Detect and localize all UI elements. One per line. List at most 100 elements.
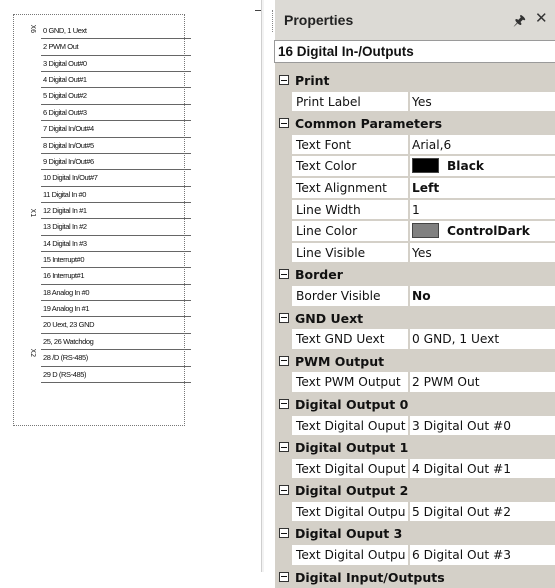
terminal-row: 14 Digital In #3 (41, 236, 191, 253)
property-value[interactable]: 0 GND, 1 Uext (410, 329, 555, 350)
property-value-text: Black (447, 159, 485, 174)
category-label: Digital Ouput 3 (295, 526, 403, 542)
property-name[interactable]: Line Color (292, 221, 409, 242)
property-value[interactable]: 5 Digital Out #2 (410, 501, 555, 523)
property-row[interactable]: Line Width 1 (275, 199, 555, 222)
category-row[interactable]: Print (275, 70, 555, 92)
category-row[interactable]: PWM Output (275, 350, 555, 373)
property-value[interactable]: 2 PWM Out (410, 372, 555, 393)
property-value[interactable]: Yes (410, 242, 555, 264)
property-value[interactable]: Black (410, 156, 555, 177)
terminal-row: 18 Analog In #0 (41, 285, 191, 302)
category-label: Digital Output 2 (295, 483, 409, 499)
terminal-row: 6 Digital Out#3 (41, 105, 191, 122)
collapse-icon[interactable] (279, 485, 289, 496)
property-row[interactable]: Text Digital Outpu 5 Digital Out #2 (275, 501, 555, 524)
panel-title: Properties (284, 12, 354, 28)
property-row[interactable]: Text Digital Outpu 6 Digital Out #3 (275, 545, 555, 567)
category-label: PWM Output (295, 353, 385, 369)
terminal-row: 19 Analog In #1 (41, 301, 191, 318)
property-value[interactable]: 6 Digital Out #3 (410, 545, 555, 566)
property-name[interactable]: Text PWM Output (292, 372, 409, 393)
property-name[interactable]: Line Width (292, 199, 409, 221)
object-selector-value: 16 Digital In-/Outputs (278, 44, 414, 59)
collapse-icon[interactable] (279, 312, 289, 323)
property-row[interactable]: Print Label Yes (275, 91, 555, 114)
collapse-icon[interactable] (279, 75, 289, 85)
terminal-label-strip[interactable]: X6 X1 X2 0 GND, 1 Uext 2 PWM Out 3 Digital… (13, 14, 191, 426)
property-name[interactable]: Text Digital Ouput (292, 415, 409, 437)
category-row[interactable]: Digital Output 1 (275, 437, 555, 459)
category-label: Print (295, 73, 330, 88)
terminal-row: 11 Digital In #0 (41, 187, 191, 203)
splitter[interactable] (261, 0, 264, 572)
panel-titlebar[interactable]: Properties 🖈 ✕ (275, 0, 555, 40)
collapse-icon[interactable] (279, 118, 289, 129)
pin-icon[interactable]: 🖈 (513, 10, 526, 34)
category-row[interactable]: Digital Input/Outputs (275, 566, 555, 588)
property-row[interactable]: Border Visible No (275, 285, 555, 308)
terminal-row: 4 Digital Out#1 (41, 72, 191, 89)
category-label: Digital Output 0 (295, 396, 409, 412)
property-name[interactable]: Text Font (292, 134, 409, 156)
collapse-icon[interactable] (279, 355, 289, 366)
property-name[interactable]: Text Alignment (292, 177, 409, 199)
property-value[interactable]: Arial,6 (410, 134, 555, 156)
connector-label-x1: X1 (29, 208, 38, 218)
property-row[interactable]: Line Color ControlDark (275, 221, 555, 243)
property-value[interactable]: Yes (410, 91, 555, 113)
terminal-row: 20 Uext, 23 GND (41, 317, 191, 334)
property-value[interactable]: 1 (410, 199, 555, 221)
collapse-icon[interactable] (279, 398, 289, 409)
connector-label-x6: X6 (29, 24, 38, 34)
property-value[interactable]: 4 Digital Out #1 (410, 458, 555, 480)
property-row[interactable]: Text Font Arial,6 (275, 134, 555, 157)
property-name[interactable]: Text Color (292, 156, 409, 177)
property-value-text: ControlDark (447, 224, 530, 239)
property-row[interactable]: Text Digital Ouput 4 Digital Out #1 (275, 458, 555, 481)
terminal-row: 15 Interrupt#0 (41, 252, 191, 269)
category-label: GND Uext (295, 310, 364, 326)
terminal-row: 25, 26 Watchdog (41, 334, 191, 351)
terminal-row: 16 Interrupt#1 (41, 268, 191, 285)
property-row[interactable]: Text GND Uext 0 GND, 1 Uext (275, 329, 555, 351)
terminal-row: 10 Digital In/Out#7 (41, 170, 191, 187)
category-row[interactable]: GND Uext (275, 307, 555, 330)
category-row[interactable]: Border (275, 264, 555, 286)
collapse-icon[interactable] (279, 269, 289, 280)
category-row[interactable]: Common Parameters (275, 113, 555, 135)
category-row[interactable]: Digital Output 0 (275, 393, 555, 416)
color-swatch (412, 158, 439, 174)
close-icon[interactable]: ✕ (535, 9, 548, 27)
property-name[interactable]: Line Visible (292, 242, 409, 264)
object-selector[interactable]: 16 Digital In-/Outputs (274, 40, 555, 63)
property-name[interactable]: Border Visible (292, 285, 409, 307)
property-row[interactable]: Text Digital Ouput 3 Digital Out #0 (275, 415, 555, 438)
property-name[interactable]: Text Digital Outpu (292, 501, 409, 523)
property-value[interactable]: No (410, 285, 555, 307)
terminal-row: 28 /D (RS-485) (41, 350, 191, 367)
property-name[interactable]: Text Digital Ouput (292, 458, 409, 480)
terminal-row: 3 Digital Out#0 (41, 56, 191, 73)
property-row[interactable]: Text Alignment Left (275, 177, 555, 200)
category-row[interactable]: Digital Output 2 (275, 480, 555, 502)
property-row[interactable]: Line Visible Yes (275, 242, 555, 265)
collapse-icon[interactable] (279, 571, 289, 582)
property-name[interactable]: Print Label (292, 91, 409, 113)
collapse-icon[interactable] (279, 442, 289, 453)
connector-label-x2: X2 (29, 348, 38, 358)
property-value[interactable]: ControlDark (410, 221, 555, 242)
property-value[interactable]: Left (410, 177, 555, 199)
terminal-row: 8 Digital In/Out#5 (41, 138, 191, 154)
property-name[interactable]: Text Digital Outpu (292, 545, 409, 566)
property-row[interactable]: Text Color Black (275, 156, 555, 178)
property-name[interactable]: Text GND Uext (292, 329, 409, 350)
property-grid: Print Print Label Yes Common Parameters Text… (275, 70, 555, 588)
terminal-row: 12 Digital In #1 (41, 203, 191, 220)
property-value[interactable]: 3 Digital Out #0 (410, 415, 555, 437)
property-row[interactable]: Text PWM Output 2 PWM Out (275, 372, 555, 394)
category-row[interactable]: Digital Ouput 3 (275, 523, 555, 546)
terminal-row: 5 Digital Out#2 (41, 88, 191, 105)
design-canvas[interactable]: X6 X1 X2 0 GND, 1 Uext 2 PWM Out 3 Digital… (0, 0, 262, 572)
collapse-icon[interactable] (279, 528, 289, 539)
